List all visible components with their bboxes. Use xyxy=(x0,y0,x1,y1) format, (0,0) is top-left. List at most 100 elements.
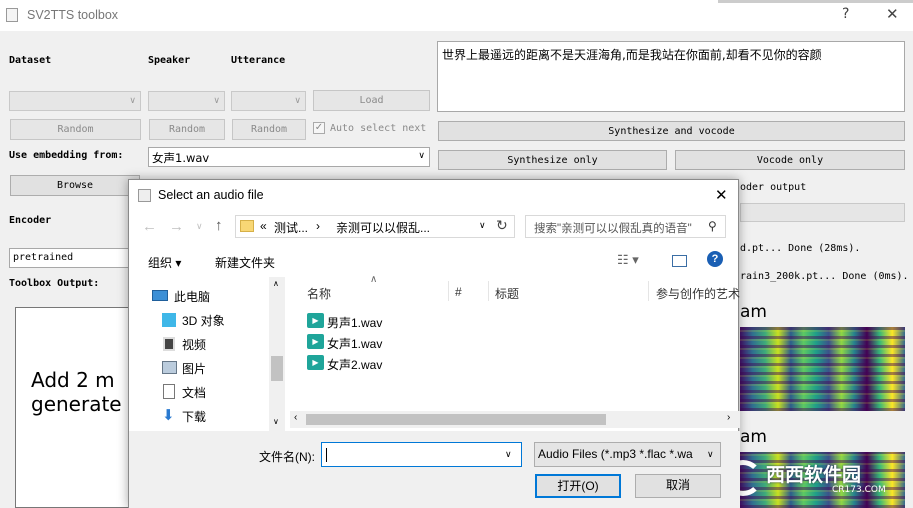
utterance-combo[interactable]: ∨ xyxy=(231,91,306,111)
document-icon xyxy=(163,384,175,399)
nav-item-videos[interactable]: 视频 xyxy=(162,335,272,355)
column-number[interactable]: # xyxy=(455,285,462,299)
search-box[interactable]: 搜索"亲测可以以假乱真的语音" ⚲ xyxy=(525,215,726,238)
back-arrow-icon[interactable]: ← xyxy=(142,218,157,235)
path-segment-1[interactable]: 测试... xyxy=(274,219,308,236)
picture-icon xyxy=(162,361,177,374)
vocoder-output-field[interactable] xyxy=(740,203,905,222)
embedding-combo[interactable]: 女声1.wav ∨ xyxy=(148,147,430,167)
file-name: 女声1.wav xyxy=(327,337,383,351)
view-options-icon[interactable]: ☷ ▾ xyxy=(617,252,639,268)
random-dataset-button[interactable]: Random xyxy=(10,119,141,140)
random-speaker-button[interactable]: Random xyxy=(149,119,225,140)
wav-file-icon: ▶ xyxy=(307,313,324,328)
sort-up-icon: ∧ xyxy=(370,274,378,285)
open-button[interactable]: 打开(O) xyxy=(535,474,621,498)
nav-scroll-thumb[interactable] xyxy=(271,356,283,381)
use-embedding-label: Use embedding from: xyxy=(9,150,124,161)
window-title: SV2TTS toolbox xyxy=(27,8,119,22)
file-name: 女声2.wav xyxy=(327,358,383,372)
column-name[interactable]: 名称 xyxy=(307,285,331,302)
vocoder-output-label: oder output xyxy=(740,182,807,193)
chevron-down-icon: ∨ xyxy=(707,449,714,459)
column-divider xyxy=(448,281,449,301)
auto-select-label: Auto select next xyxy=(330,123,427,134)
load-button[interactable]: Load xyxy=(313,90,430,111)
encoder-combo[interactable]: pretrained xyxy=(9,248,141,268)
chevron-right-icon: › xyxy=(316,219,320,233)
preview-pane-icon[interactable] xyxy=(672,255,687,267)
random-utterance-button[interactable]: Random xyxy=(232,119,306,140)
column-title[interactable]: 标题 xyxy=(495,285,519,302)
file-row[interactable]: ▶ 女声2.wav xyxy=(307,353,427,373)
dataset-combo[interactable]: ∨ xyxy=(9,91,141,111)
text-input[interactable]: 世界上最遥远的距离不是天涯海角,而是我站在你面前,却看不见你的容颜 xyxy=(437,41,905,112)
horizontal-scrollbar[interactable]: ‹ › xyxy=(290,411,740,428)
chevron-down-icon: ∨ xyxy=(129,96,136,106)
nav-item-downloads[interactable]: ⬇ 下载 xyxy=(162,407,272,427)
help-button[interactable]: ? xyxy=(842,6,849,22)
nav-item-this-pc[interactable]: 此电脑 xyxy=(152,287,272,307)
nav-item-pictures[interactable]: 图片 xyxy=(162,359,272,379)
forward-arrow-icon[interactable]: → xyxy=(169,218,184,235)
filename-input[interactable]: ∨ xyxy=(321,442,522,467)
dialog-close-button[interactable]: ✕ xyxy=(715,186,728,204)
file-row[interactable]: ▶ 男声1.wav xyxy=(307,311,427,331)
nav-label: 3D 对象 xyxy=(182,314,225,328)
text-input-value: 世界上最遥远的距离不是天涯海角,而是我站在你面前,却看不见你的容颜 xyxy=(442,48,822,62)
refresh-icon[interactable]: ↻ xyxy=(496,217,508,234)
nav-item-documents[interactable]: 文档 xyxy=(162,383,272,403)
column-headers: ∧ 名称 # 标题 参与创作的艺术 xyxy=(290,274,740,305)
nav-scrollbar[interactable]: ∧ ∨ xyxy=(269,277,285,431)
chevron-down-icon: ∨ xyxy=(213,96,220,106)
path-segment-2[interactable]: 亲测可以以假乱... xyxy=(336,219,430,236)
output-text: Add 2 m generate xyxy=(31,368,122,416)
log-line-1: d.pt... Done (28ms). xyxy=(740,243,861,254)
scroll-down-icon[interactable]: ∨ xyxy=(273,417,279,426)
column-artists[interactable]: 参与创作的艺术 xyxy=(656,285,740,302)
column-divider xyxy=(648,281,649,301)
cancel-button[interactable]: 取消 xyxy=(635,474,721,498)
navigation-pane: 此电脑 3D 对象 视频 图片 文档 ⬇ 下载 xyxy=(129,277,285,431)
vocode-only-button[interactable]: Vocode only xyxy=(675,150,905,170)
file-row[interactable]: ▶ 女声1.wav xyxy=(307,332,427,352)
help-icon[interactable]: ? xyxy=(707,251,723,267)
dialog-icon xyxy=(138,189,151,202)
address-bar[interactable]: « 测试... › 亲测可以以假乱... ∨ ↻ xyxy=(235,215,515,238)
up-arrow-icon[interactable]: ↑ xyxy=(215,217,223,234)
nav-label: 下载 xyxy=(182,410,207,424)
file-dialog: Select an audio file ✕ ← → ∨ ↑ « 测试... ›… xyxy=(128,179,740,508)
spectrogram-1 xyxy=(740,327,905,411)
nav-item-3d-objects[interactable]: 3D 对象 xyxy=(162,311,272,331)
synthesize-vocode-button[interactable]: Synthesize and vocode xyxy=(438,121,905,141)
scroll-left-icon[interactable]: ‹ xyxy=(294,412,297,423)
computer-icon xyxy=(152,290,168,301)
auto-select-checkbox[interactable]: ✓ xyxy=(313,122,325,134)
speaker-label: Speaker xyxy=(148,55,191,66)
synthesize-only-button[interactable]: Synthesize only xyxy=(438,150,667,170)
recent-dropdown-icon[interactable]: ∨ xyxy=(196,221,203,232)
spectrogram-title-2: am xyxy=(740,427,767,447)
search-placeholder: 搜索"亲测可以以假乱真的语音" xyxy=(534,223,692,235)
new-folder-button[interactable]: 新建文件夹 xyxy=(215,254,275,271)
file-name: 男声1.wav xyxy=(327,316,383,330)
dialog-title: Select an audio file xyxy=(158,188,264,202)
file-type-filter[interactable]: Audio Files (*.mp3 *.flac *.wa ∨ xyxy=(534,442,721,467)
nav-label: 视频 xyxy=(182,338,207,352)
path-prefix: « xyxy=(260,219,267,233)
close-window-button[interactable]: ✕ xyxy=(886,5,899,23)
horizontal-scroll-thumb[interactable] xyxy=(306,414,606,425)
scroll-up-icon[interactable]: ∧ xyxy=(273,279,279,288)
scroll-right-icon[interactable]: › xyxy=(727,412,730,423)
chevron-down-icon[interactable]: ∨ xyxy=(505,449,512,460)
chevron-down-icon: ∨ xyxy=(294,96,301,106)
watermark-sub: CR173.COM xyxy=(832,485,886,495)
browse-button[interactable]: Browse xyxy=(10,175,140,196)
chevron-down-icon[interactable]: ∨ xyxy=(479,220,486,231)
speaker-combo[interactable]: ∨ xyxy=(148,91,225,111)
utterance-label: Utterance xyxy=(231,55,286,66)
dataset-label: Dataset xyxy=(9,55,52,66)
search-icon: ⚲ xyxy=(708,219,717,233)
wav-file-icon: ▶ xyxy=(307,355,324,370)
organize-menu[interactable]: 组织 ▾ xyxy=(148,254,181,271)
